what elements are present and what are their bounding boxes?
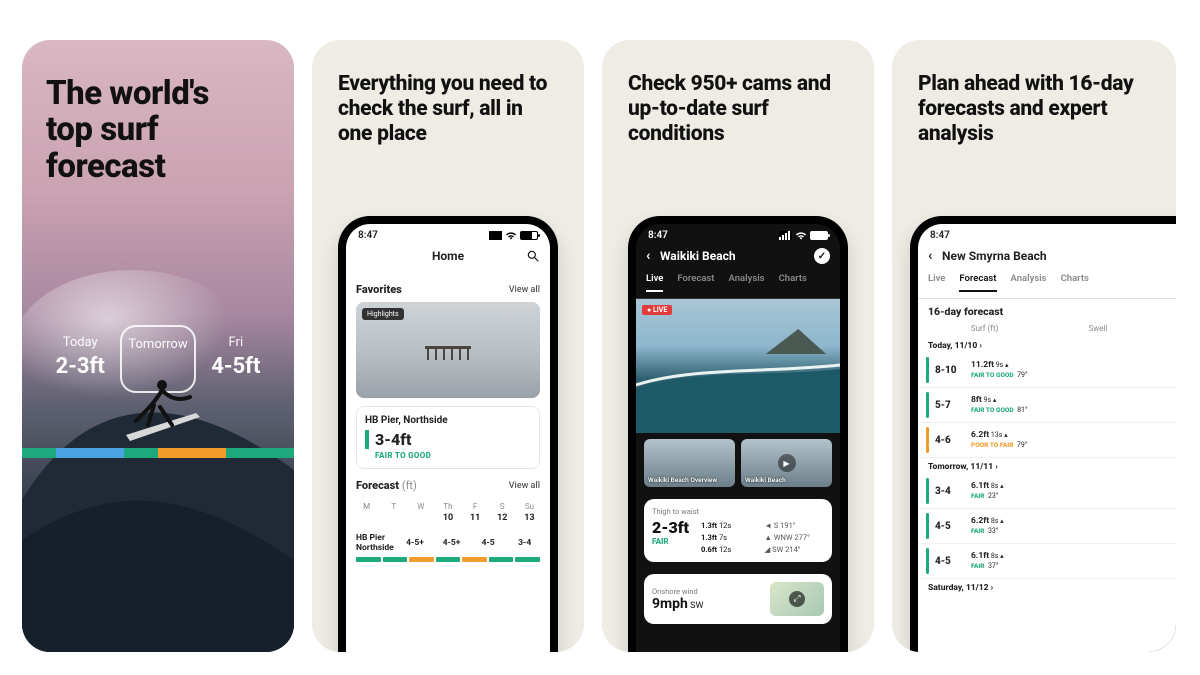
spot-tabs[interactable]: Live Forecast Analysis Charts xyxy=(636,273,840,299)
view-all-link[interactable]: View all xyxy=(509,481,540,491)
tab-forecast[interactable]: Forecast xyxy=(959,273,996,292)
spot-tabs[interactable]: Live Forecast Analysis Charts xyxy=(918,273,1176,299)
page-title: New Smyrna Beach xyxy=(942,249,1047,263)
tab-analysis[interactable]: Analysis xyxy=(729,273,765,292)
live-cam[interactable]: ● LIVE xyxy=(636,299,840,433)
tab-live[interactable]: Live xyxy=(646,273,663,292)
expand-icon: ⤢ xyxy=(789,591,805,607)
wave-illustration xyxy=(22,240,294,652)
forecast-date-header[interactable]: Tomorrow, 11/11 › xyxy=(918,458,1176,474)
battery-icon xyxy=(810,231,828,240)
signal-icon xyxy=(489,231,502,240)
wifi-icon xyxy=(505,231,517,240)
panel-forecast: Plan ahead with 16-day forecasts and exp… xyxy=(892,40,1176,652)
weekday-row: MTW ThFSSu xyxy=(346,498,550,513)
condition-strip xyxy=(22,448,294,458)
summary-height: 2-3ft xyxy=(652,518,689,537)
tab-analysis[interactable]: Analysis xyxy=(1011,273,1047,292)
forecast-row[interactable]: 3-46.1ft 8s ▴FAIR 23°8mphNNE↘ xyxy=(918,474,1176,509)
statusbar: 8:47 xyxy=(636,224,840,243)
tab-live[interactable]: Live xyxy=(928,273,945,292)
forecast-row[interactable]: 5-78ft 9s ▴FAIR TO GOOD 81°5mphNW↘ xyxy=(918,388,1176,423)
status-time: 8:47 xyxy=(930,230,950,241)
statusbar: 8:47 xyxy=(918,224,1176,243)
spot-card[interactable]: HB Pier, Northside 3-4ft FAIR TO GOOD xyxy=(356,406,540,469)
forecast-date-header[interactable]: Today, 11/10 › xyxy=(918,337,1176,353)
phone-mock-forecast: 8:47 ‹ New Smyrna Beach ✓ Live Forecast … xyxy=(910,216,1176,652)
date-row[interactable]: 10111213 xyxy=(346,513,550,529)
forecast-row[interactable]: 8-1011.2ft 9s ▴FAIR TO GOOD 79°4mphNNE↓ xyxy=(918,353,1176,388)
day-fri[interactable]: Fri 4-5ft xyxy=(202,325,270,393)
signal-icon xyxy=(779,231,792,240)
favorite-check-icon[interactable]: ✓ xyxy=(814,248,830,264)
view-all-link[interactable]: View all xyxy=(509,285,540,295)
tab-charts[interactable]: Charts xyxy=(1061,273,1089,292)
status-time: 8:47 xyxy=(648,230,668,241)
forecast-heading: Forecast (ft) xyxy=(356,479,417,492)
summary-condition: FAIR xyxy=(652,537,689,546)
forecast-row[interactable]: 4-66.2ft 13s ▴POOR TO FAIR 79°12mphNNE↓ xyxy=(918,423,1176,458)
day-selector[interactable]: Today 2-3ft Tomorrow Fri 4-5ft xyxy=(46,325,270,393)
highlights-badge: Highlights xyxy=(362,308,404,320)
forecast-row[interactable]: HB Pier Northside 4-5+4-5+ 4-53-4 xyxy=(346,529,550,557)
pier-illustration xyxy=(425,346,471,360)
panel3-headline: Check 950+ cams and up-to-date surf cond… xyxy=(602,40,874,162)
statusbar: 8:47 xyxy=(346,224,550,243)
search-icon[interactable] xyxy=(526,249,540,263)
back-icon[interactable]: ‹ xyxy=(928,248,932,264)
tab-forecast[interactable]: Forecast xyxy=(677,273,714,292)
condition-bars xyxy=(346,557,550,566)
live-badge: ● LIVE xyxy=(642,305,672,315)
forecast-date-header[interactable]: Saturday, 11/12 › xyxy=(918,579,1176,595)
surf-summary-card: Thigh to waist 2-3ft FAIR 1.3ft 12s◄ S 1… xyxy=(644,499,832,562)
wind-value: 9mph xyxy=(652,596,688,612)
summary-label: Thigh to waist xyxy=(652,507,824,516)
phone-mock-spot: 8:47 ‹ Waikiki Beach ✓ Live Forecast Ana… xyxy=(628,216,848,652)
wind-card: Onshore wind 9mph SW ⤢ xyxy=(644,574,832,624)
coast-illustration xyxy=(636,299,840,433)
battery-icon xyxy=(520,231,538,240)
cam-thumb[interactable]: Waikiki Beach Overview xyxy=(644,439,735,487)
page-title: Waikiki Beach xyxy=(660,249,736,263)
forecast-subtitle: 16-day forecast xyxy=(928,305,1003,318)
forecast-list[interactable]: Today, 11/10 ›8-1011.2ft 9s ▴FAIR TO GOO… xyxy=(918,337,1176,595)
favorite-cam[interactable]: Highlights xyxy=(356,302,540,398)
panel-cams: Check 950+ cams and up-to-date surf cond… xyxy=(602,40,874,652)
panel4-headline: Plan ahead with 16-day forecasts and exp… xyxy=(892,40,1176,162)
spot-condition: FAIR TO GOOD xyxy=(365,451,531,460)
forecast-row[interactable]: 4-56.1ft 8s ▴FAIR 37°9mphNNE↓ xyxy=(918,544,1176,579)
day-tomorrow[interactable]: Tomorrow xyxy=(120,325,195,393)
back-icon[interactable]: ‹ xyxy=(646,248,650,264)
tab-charts[interactable]: Charts xyxy=(779,273,807,292)
phone-mock-home: 8:47 Home Favorites View all Highlights xyxy=(338,216,558,652)
favorites-heading: Favorites xyxy=(356,283,402,296)
hero-panel: The world's top surf forecast Today 2-3f… xyxy=(22,40,294,652)
wifi-icon xyxy=(795,231,807,240)
panel2-headline: Everything you need to check the surf, a… xyxy=(312,40,584,162)
page-title: Home xyxy=(432,249,464,263)
panel-favorites: Everything you need to check the surf, a… xyxy=(312,40,584,652)
wind-label: Onshore wind xyxy=(652,587,703,596)
forecast-row[interactable]: 4-56.2ft 8s ▴FAIR 33°10mphNNE↘ xyxy=(918,509,1176,544)
hero-title: The world's top surf forecast xyxy=(46,76,270,185)
navbar-home: Home xyxy=(346,243,550,273)
play-icon: ▶ xyxy=(778,454,796,472)
spot-name: HB Pier, Northside xyxy=(365,415,531,426)
column-headers: Surf (ft)SwellWind xyxy=(918,322,1176,337)
spot-height: 3-4ft xyxy=(365,430,531,449)
map-thumb[interactable]: ⤢ xyxy=(770,582,824,616)
cam-thumb[interactable]: ▶Waikiki Beach xyxy=(741,439,832,487)
status-time: 8:47 xyxy=(358,230,378,241)
day-today[interactable]: Today 2-3ft xyxy=(46,325,114,393)
